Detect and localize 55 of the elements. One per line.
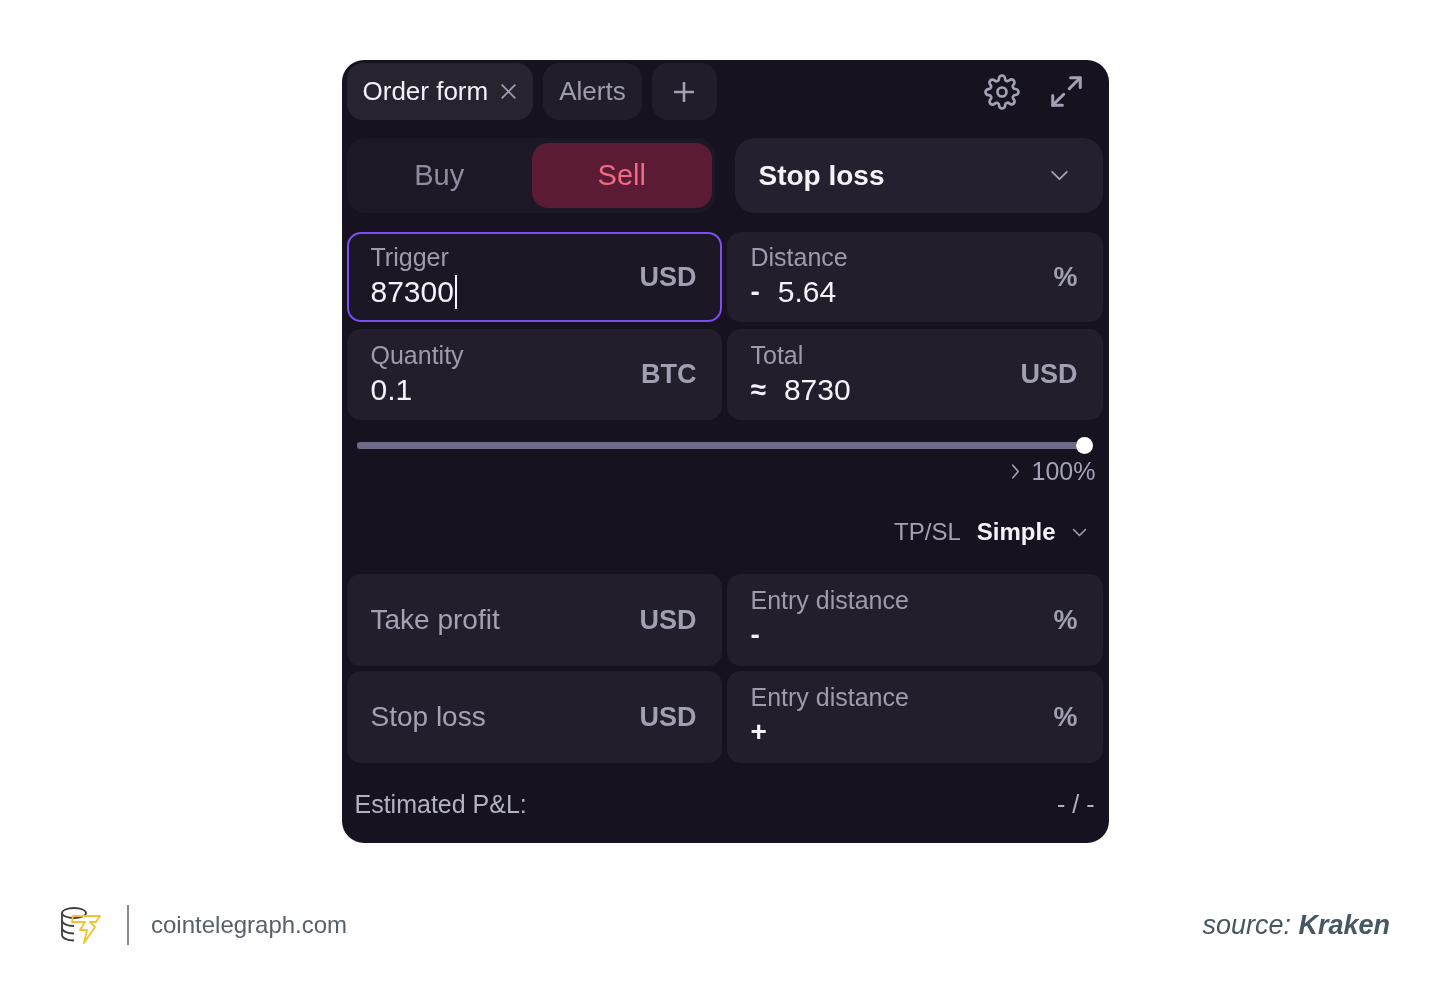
unit-label: USD <box>639 261 697 293</box>
tpsl-mode-dropdown[interactable]: Simple <box>976 518 1087 546</box>
input-field[interactable]: Take profit USD <box>346 574 722 666</box>
chevron-down-icon <box>1049 170 1069 181</box>
input-field[interactable]: Entry distance + % <box>726 671 1103 763</box>
text-cursor-icon <box>454 275 457 309</box>
settings-icon[interactable] <box>983 73 1020 110</box>
source-credit: source: Kraken <box>1202 909 1390 941</box>
slider-percent: 100% <box>1031 459 1096 483</box>
field-label: Entry distance <box>750 585 910 615</box>
unit-label: % <box>1053 604 1078 636</box>
plus-icon <box>674 81 695 102</box>
unit-label: % <box>1053 261 1078 293</box>
side-tab[interactable]: Sell <box>532 143 712 208</box>
sign-symbol: - <box>750 619 760 651</box>
slider-thumb[interactable] <box>1075 437 1093 454</box>
tab[interactable]: Order form <box>346 63 534 120</box>
tab[interactable]: Alerts <box>543 63 642 120</box>
add-tab-button[interactable] <box>651 63 717 120</box>
field-value: 87300 <box>370 274 454 310</box>
field-value: 8730 <box>783 371 851 408</box>
field-label: Trigger <box>370 242 450 272</box>
unit-label: % <box>1053 701 1078 733</box>
sign-symbol: - <box>750 276 760 308</box>
field-label: Entry distance <box>750 682 910 712</box>
input-field[interactable]: Distance - 5.64 % <box>726 232 1103 322</box>
field-placeholder: Stop loss <box>370 701 487 733</box>
pnl-value: - / - <box>1057 789 1095 819</box>
sign-symbol: + <box>750 716 767 748</box>
input-field[interactable]: Quantity 0.1 BTC <box>346 329 722 420</box>
chevron-right-icon <box>1010 462 1020 480</box>
close-icon[interactable] <box>500 83 518 100</box>
expand-icon[interactable] <box>1049 75 1083 108</box>
field-placeholder: Take profit <box>370 604 501 636</box>
order-type-dropdown[interactable]: Stop loss <box>734 138 1103 213</box>
unit-label: BTC <box>641 359 697 390</box>
unit-label: USD <box>639 701 697 733</box>
pnl-label: Estimated P&L: <box>354 789 527 819</box>
input-field[interactable]: Trigger 87300 USD <box>346 232 722 322</box>
field-label: Distance <box>750 242 849 272</box>
coin-stack-logo-icon <box>60 905 104 945</box>
unit-label: USD <box>639 604 697 636</box>
unit-label: USD <box>1020 359 1078 390</box>
sign-symbol: ≈ <box>750 373 766 406</box>
field-value: 0.1 <box>370 371 413 408</box>
chevron-down-icon <box>1071 527 1087 537</box>
input-field[interactable]: Entry distance - % <box>726 574 1103 666</box>
field-label: Quantity <box>370 339 465 370</box>
input-field[interactable]: Stop loss USD <box>346 671 722 763</box>
input-field[interactable]: Total ≈ 8730 USD <box>726 329 1103 420</box>
field-label: Total <box>750 339 805 370</box>
site-name: cointelegraph.com <box>151 911 348 939</box>
field-value: 5.64 <box>777 274 837 310</box>
side-tab[interactable]: Buy <box>349 143 529 208</box>
tpsl-label: TP/SL <box>894 518 961 546</box>
